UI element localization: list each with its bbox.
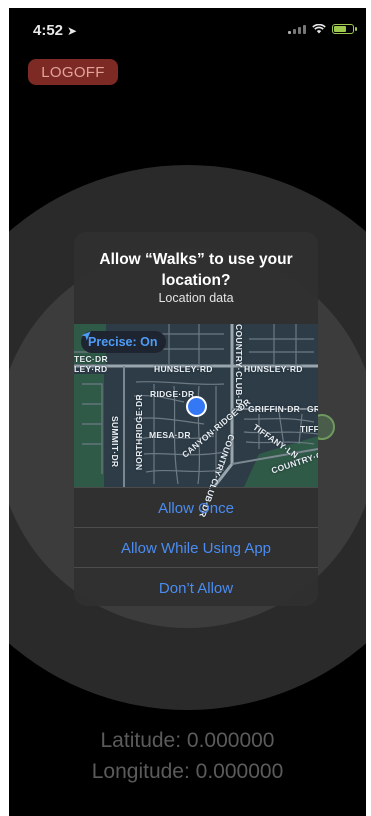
alert-subtitle: Location data bbox=[158, 291, 234, 305]
status-indicators bbox=[288, 24, 357, 34]
map-label: RIDGE·DR bbox=[150, 389, 195, 399]
location-permission-alert: Allow “Walks” to use your location? Loca… bbox=[74, 232, 318, 606]
map-label: HUNSLEY·RD bbox=[244, 364, 303, 374]
latitude-text: Latitude: 0.000000 bbox=[100, 729, 275, 752]
current-location-dot bbox=[186, 396, 207, 417]
map-label: TEC·DR bbox=[74, 354, 108, 364]
clock-text: 4:52 bbox=[33, 22, 64, 39]
wifi-icon bbox=[312, 24, 326, 34]
map-label: GRIFFIN·DR bbox=[248, 404, 301, 414]
logoff-button[interactable]: LOGOFF bbox=[28, 59, 118, 85]
map-label: SUMMIT·DR bbox=[110, 416, 120, 468]
location-arrow-icon bbox=[81, 331, 91, 341]
precise-label: Precise: On bbox=[88, 335, 158, 349]
allow-once-button[interactable]: Allow Once bbox=[74, 487, 318, 528]
location-arrow-icon: ➤ bbox=[67, 24, 78, 38]
alert-title: Allow “Walks” to use your location? bbox=[99, 251, 293, 289]
map-label: HUNSLEY·RD bbox=[154, 364, 213, 374]
dont-allow-button[interactable]: Don’t Allow bbox=[74, 567, 318, 606]
map-label: MESA·DR bbox=[149, 430, 191, 440]
map-label: GR bbox=[307, 404, 318, 414]
longitude-text: Longitude: 0.000000 bbox=[91, 760, 284, 783]
location-map: Precise: On TEC·DR LEY·RD HUNSLEY·RD HUN… bbox=[74, 324, 318, 519]
map-label: LEY·RD bbox=[74, 364, 108, 374]
battery-icon bbox=[332, 24, 357, 34]
allow-while-using-app-button[interactable]: Allow While Using App bbox=[74, 527, 318, 568]
precise-location-toggle[interactable]: Precise: On bbox=[81, 331, 167, 353]
status-time: 4:52 ➤ bbox=[33, 22, 77, 39]
app-screen: 4:52 ➤ LOGOFF Allow “Walks” to use your l… bbox=[9, 8, 366, 816]
map-label: TIFFA bbox=[300, 424, 318, 434]
cellular-signal-icon bbox=[288, 24, 306, 34]
map-label: NORTHRIDGE·DR bbox=[134, 394, 144, 471]
